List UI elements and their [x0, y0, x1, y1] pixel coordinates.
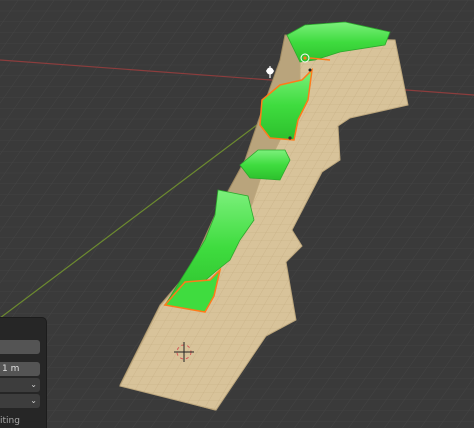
vertex-dot — [288, 136, 292, 140]
panel-dropdown-1[interactable]: ⌄ — [0, 378, 40, 392]
viewport-canvas[interactable] — [0, 0, 474, 428]
chevron-down-icon: ⌄ — [30, 396, 37, 405]
panel-dropdown-2[interactable]: ⌄ — [0, 394, 40, 408]
panel-field-1[interactable] — [0, 340, 40, 354]
panel-field-2-value: 1 m — [2, 364, 20, 374]
3d-viewport[interactable] — [0, 0, 474, 428]
panel-field-2[interactable]: 1 m — [0, 362, 40, 376]
operator-panel[interactable]: 1 m ⌄ ⌄ iting — [0, 318, 46, 428]
chevron-down-icon: ⌄ — [30, 380, 37, 389]
panel-status-text: iting — [0, 416, 20, 426]
